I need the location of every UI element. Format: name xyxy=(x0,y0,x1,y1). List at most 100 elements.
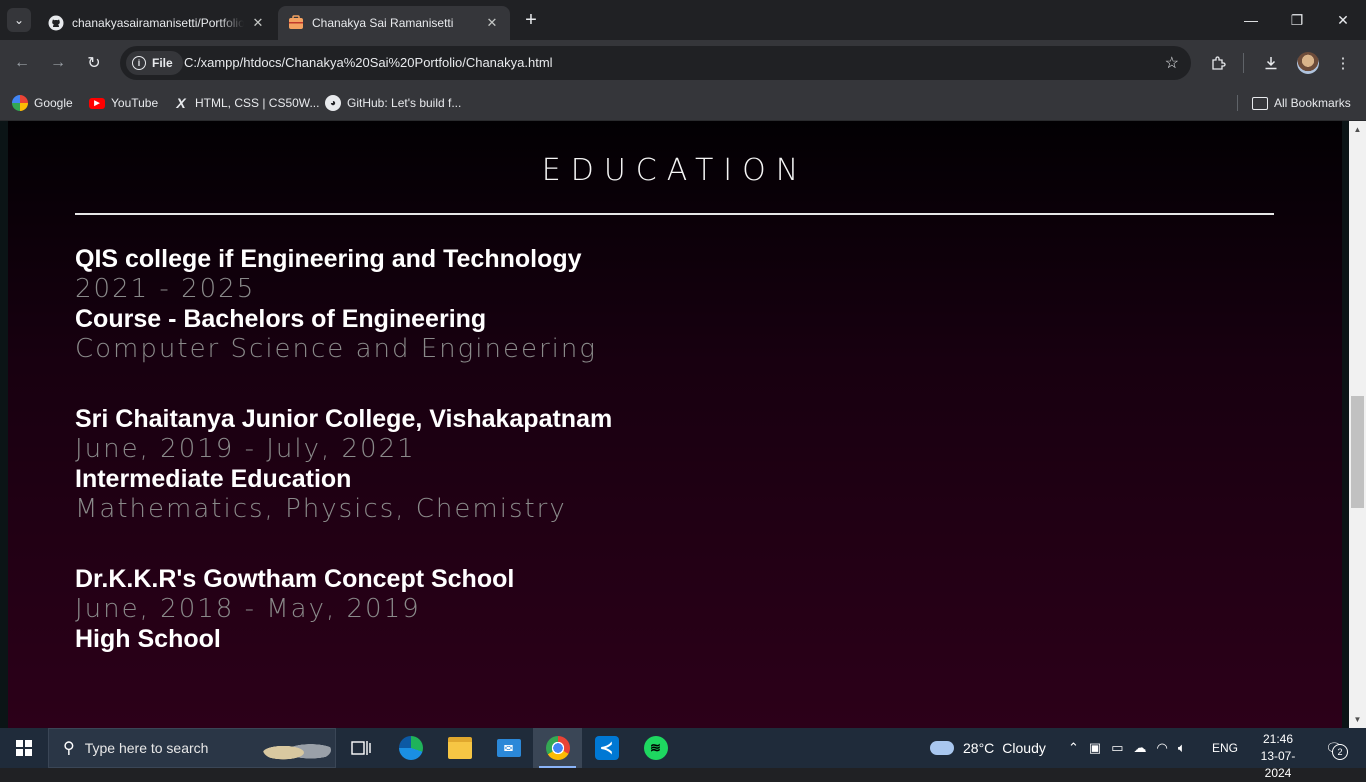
course-name: High School xyxy=(75,625,221,653)
close-window-button[interactable]: ✕ xyxy=(1320,0,1366,40)
task-view-icon xyxy=(349,736,373,760)
bookmark-label: YouTube xyxy=(111,96,159,110)
language-indicator[interactable]: ENG xyxy=(1212,728,1238,768)
site-info-chip[interactable]: i File xyxy=(126,51,183,75)
restore-button[interactable]: ❐ xyxy=(1274,0,1320,40)
weather-widget[interactable]: 28°C Cloudy xyxy=(930,728,1046,768)
taskbar-edge[interactable] xyxy=(386,728,435,768)
study-period: 2021 - 2025 xyxy=(75,274,256,304)
task-view-button[interactable] xyxy=(336,728,385,768)
notification-badge: 2 xyxy=(1332,744,1348,760)
bookmark-google[interactable]: Google xyxy=(12,93,73,113)
github-icon: ◕ xyxy=(325,95,341,111)
course-name: Course - Bachelors of Engineering xyxy=(75,305,487,333)
download-icon[interactable] xyxy=(1259,51,1283,75)
reload-icon: ↻ xyxy=(87,55,101,72)
bookmark-label: HTML, CSS | CS50W... xyxy=(195,96,320,110)
page-viewport: EDUCATION QIS college if Engineering and… xyxy=(0,121,1366,728)
system-tray: ⌃ ▣ ▭ ☁ ◠ 🔈︎ xyxy=(1068,728,1186,768)
taskbar-spotify[interactable]: ≋ xyxy=(631,728,680,768)
weather-condition: Cloudy xyxy=(1002,740,1046,756)
clock-time: 21:46 xyxy=(1262,732,1294,746)
tab-title: chanakyasairamanisetti/Portfolio xyxy=(72,16,244,30)
back-button[interactable]: ← xyxy=(9,50,35,76)
institution-name: Sri Chaitanya Junior College, Vishakapat… xyxy=(75,405,613,433)
vscode-icon: ≺ xyxy=(594,736,619,760)
info-icon: i xyxy=(132,56,146,70)
portfolio-favicon xyxy=(288,15,304,31)
tab-strip: ⌄ chanakyasairamanisetti/Portfolio ✕ Cha… xyxy=(0,0,1366,40)
study-period: June, 2019 - July, 2021 xyxy=(75,434,416,464)
arrow-left-icon: ← xyxy=(14,54,30,71)
meet-now-icon[interactable]: ▣ xyxy=(1089,740,1101,756)
minimize-icon: — xyxy=(1244,12,1258,28)
scroll-up-arrow-icon[interactable]: ▲ xyxy=(1349,121,1366,138)
study-period: June, 2018 - May, 2019 xyxy=(75,594,421,624)
restore-icon: ❐ xyxy=(1290,11,1304,28)
notification-center-button[interactable]: 🗨︎ 2 xyxy=(1322,737,1348,760)
taskbar-file-explorer[interactable] xyxy=(435,728,484,768)
close-icon: ✕ xyxy=(1337,11,1349,28)
wifi-icon[interactable]: ◠ xyxy=(1157,740,1168,756)
language-label: ENG xyxy=(1212,741,1239,755)
clock[interactable]: 21:46 13-07-2024 xyxy=(1250,731,1306,782)
profile-avatar[interactable] xyxy=(1297,52,1319,74)
tab-title: Chanakya Sai Ramanisetti xyxy=(312,16,454,30)
url-text[interactable]: C:/xampp/htdocs/Chanakya%20Sai%20Portfol… xyxy=(184,55,553,70)
taskbar-vscode[interactable]: ≺ xyxy=(582,728,631,768)
institution-name: QIS college if Engineering and Technolog… xyxy=(75,245,582,273)
windows-taskbar: ⚲ Type here to search ✉ ≺ ≋ 28°C Cloudy … xyxy=(0,728,1366,780)
github-icon xyxy=(48,15,64,31)
battery-icon[interactable]: ▭ xyxy=(1111,740,1123,756)
scheme-label: File xyxy=(152,56,173,70)
close-tab-icon[interactable]: ✕ xyxy=(484,15,500,31)
reload-button[interactable]: ↻ xyxy=(81,50,107,76)
institution-name: Dr.K.K.R's Gowtham Concept School xyxy=(75,565,515,593)
chevron-up-icon[interactable]: ⌃ xyxy=(1068,740,1079,756)
chrome-icon xyxy=(545,736,570,760)
extensions-icon[interactable] xyxy=(1206,51,1230,75)
scroll-down-arrow-icon[interactable]: ▼ xyxy=(1349,711,1366,728)
toolbar-divider xyxy=(1243,53,1244,73)
all-bookmarks-label: All Bookmarks xyxy=(1274,96,1351,110)
taskbar-mail[interactable]: ✉ xyxy=(484,728,533,768)
bookmark-cs50w[interactable]: X HTML, CSS | CS50W... xyxy=(173,93,319,113)
spotify-icon: ≋ xyxy=(643,736,668,760)
menu-kebab-icon[interactable]: ⋮ xyxy=(1331,51,1355,75)
search-highlight-image xyxy=(263,737,331,763)
new-tab-button[interactable]: + xyxy=(519,8,543,32)
all-bookmarks-button[interactable]: All Bookmarks xyxy=(1252,93,1351,113)
taskbar-search[interactable]: ⚲ Type here to search xyxy=(48,728,336,768)
address-bar[interactable]: i File C:/xampp/htdocs/Chanakya%20Sai%20… xyxy=(120,46,1191,80)
heading-divider xyxy=(75,213,1274,215)
course-name: Intermediate Education xyxy=(75,465,352,493)
bookmarks-bar: Google ▶ YouTube X HTML, CSS | CS50W... … xyxy=(0,86,1366,121)
start-button[interactable] xyxy=(0,728,48,768)
cloud-icon xyxy=(930,741,954,755)
tab-search-button[interactable]: ⌄ xyxy=(7,8,31,32)
bookmarks-divider xyxy=(1237,95,1238,111)
tab-github-portfolio[interactable]: chanakyasairamanisetti/Portfolio ✕ xyxy=(38,6,276,40)
bookmark-label: Google xyxy=(34,96,73,110)
clock-date: 13-07-2024 xyxy=(1260,749,1296,780)
file-explorer-icon xyxy=(447,737,472,759)
bookmark-star-icon[interactable]: ☆ xyxy=(1165,53,1179,73)
minimize-button[interactable]: — xyxy=(1228,0,1274,40)
arrow-right-icon: → xyxy=(50,54,66,71)
bookmark-youtube[interactable]: ▶ YouTube xyxy=(89,93,158,113)
scroll-thumb[interactable] xyxy=(1351,396,1364,508)
forward-button[interactable]: → xyxy=(45,50,71,76)
taskbar-chrome[interactable] xyxy=(533,728,582,768)
search-placeholder: Type here to search xyxy=(84,740,209,756)
page-scrollbar[interactable]: ▲ ▼ xyxy=(1349,121,1366,728)
folder-icon xyxy=(1252,96,1268,110)
chevron-down-icon: ⌄ xyxy=(13,13,25,27)
bookmark-github[interactable]: ◕ GitHub: Let's build f... xyxy=(325,93,461,113)
onedrive-cloud-icon[interactable]: ☁ xyxy=(1134,740,1147,756)
volume-icon[interactable]: 🔈︎ xyxy=(1178,740,1186,756)
tab-portfolio[interactable]: Chanakya Sai Ramanisetti ✕ xyxy=(278,6,510,40)
plus-icon: + xyxy=(525,8,537,31)
close-tab-icon[interactable]: ✕ xyxy=(250,15,266,31)
bookmark-label: GitHub: Let's build f... xyxy=(347,96,462,110)
education-entry: QIS college if Engineering and Technolog… xyxy=(75,244,597,364)
